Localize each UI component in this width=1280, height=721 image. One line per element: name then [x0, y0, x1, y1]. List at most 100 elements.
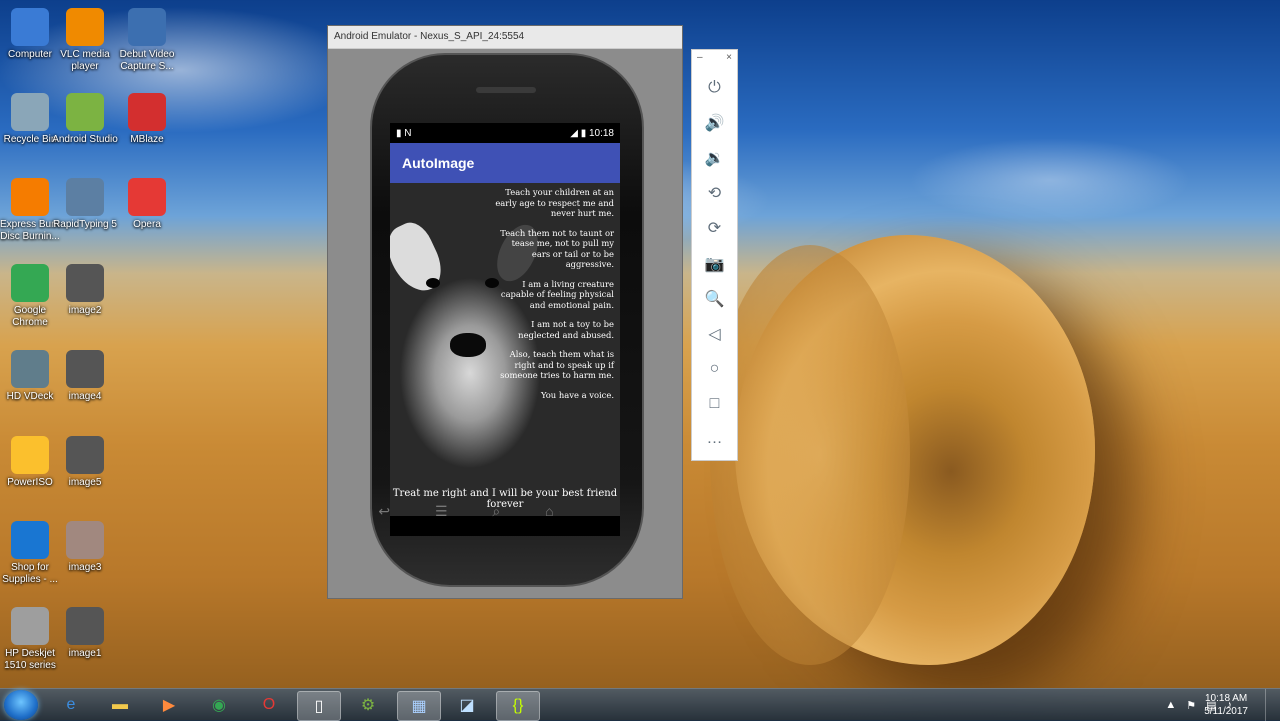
dog-image-view[interactable]: Teach your children at an early age to r…: [390, 183, 620, 516]
clock-time: 10:18 AM: [1204, 693, 1248, 704]
desktop-icon[interactable]: image5: [50, 436, 120, 489]
poem-stanza: You have a voice.: [540, 389, 614, 400]
phone-screen[interactable]: ▮ N ◢ ▮ 10:18 AutoImage Teach your child…: [390, 123, 620, 536]
close-button[interactable]: ×: [726, 52, 732, 68]
poweriso-icon: [11, 436, 49, 474]
phone-hardware-nav: ↩ ☰ ⌕ ⌂: [356, 496, 576, 526]
home-icon[interactable]: ○: [692, 352, 737, 387]
mblaze-icon: [128, 93, 166, 131]
desktop-icon-label: image1: [68, 648, 102, 659]
desktop-icon-label: Debut Video Capture S...: [119, 49, 175, 72]
start-button[interactable]: [4, 690, 38, 720]
image-thumbnail-icon: [66, 350, 104, 388]
image-thumbnail-icon: [66, 607, 104, 645]
desktop-icon[interactable]: MBlaze: [112, 93, 182, 146]
hw-menu-icon[interactable]: ☰: [435, 503, 448, 520]
chrome-icon: [11, 264, 49, 302]
camera-icon[interactable]: 📷: [692, 246, 737, 281]
desktop-icon-label: image4: [68, 391, 102, 402]
desktop-icon[interactable]: Opera: [112, 178, 182, 231]
tray-up-arrow-icon[interactable]: ▲: [1165, 699, 1176, 711]
android-studio-taskbar-icon[interactable]: ⚙: [347, 691, 389, 719]
printer-icon: [11, 607, 49, 645]
paint-taskbar-icon[interactable]: ◪: [446, 691, 488, 719]
poem-stanza: Also, teach them what is right and to sp…: [500, 349, 614, 380]
express-burn-icon: [11, 178, 49, 216]
hd-vdeck-icon: [11, 350, 49, 388]
recycle-bin-icon: [11, 93, 49, 131]
hw-home-icon[interactable]: ⌂: [545, 503, 553, 519]
desktop-icon-label: VLC media player: [60, 49, 110, 72]
image-thumbnail-icon: [66, 436, 104, 474]
zoom-icon[interactable]: 🔍: [692, 281, 737, 316]
rotate-left-icon[interactable]: ⟲: [692, 176, 737, 211]
app-bar-title: AutoImage: [390, 143, 620, 183]
image-thumbnail-icon: [66, 264, 104, 302]
opera-icon: [128, 178, 166, 216]
opera-taskbar-icon[interactable]: O: [248, 691, 290, 719]
desktop-icon[interactable]: image4: [50, 350, 120, 403]
poem-stanza: I am not a toy to be neglected and abuse…: [518, 319, 614, 340]
hw-search-icon[interactable]: ⌕: [492, 503, 500, 520]
desktop-icon[interactable]: RapidTyping 5: [50, 178, 120, 231]
taskbar: e ▬ ▶ ◉ O ▯ ⚙ ▦ ◪ {} ▲ ⚑ ▤ ♪ 10:18 AM 5/…: [0, 688, 1280, 721]
desktop-icon-label: image5: [68, 477, 102, 488]
poem-stanza: Teach your children at an early age to r…: [495, 187, 614, 218]
desktop-icon[interactable]: Android Studio: [50, 93, 120, 146]
power-icon[interactable]: ⏻: [692, 70, 737, 105]
shop-supplies-icon: [11, 521, 49, 559]
dog-ear-left: [390, 216, 450, 300]
desktop-icon[interactable]: VLC media player: [50, 8, 120, 73]
phone-speaker: [476, 87, 536, 93]
emulator-window[interactable]: Android Emulator - Nexus_S_API_24:5554 ▮…: [327, 25, 683, 599]
emulator-side-toolbar: – × ⏻ 🔊 🔉 ⟲ ⟳ 📷 🔍 ◁ ○ □…: [691, 49, 738, 461]
desktop-icon[interactable]: image3: [50, 521, 120, 574]
tool-taskbar-icon[interactable]: {}: [496, 691, 540, 721]
notification-icons: ▮ N: [396, 127, 412, 139]
poem-stanza: I am a living creature capable of feelin…: [500, 278, 614, 310]
image-thumbnail-icon: [66, 521, 104, 559]
rotate-right-icon[interactable]: ⟳: [692, 211, 737, 246]
desktop-icon[interactable]: image1: [50, 607, 120, 660]
toolbar-window-controls: – ×: [692, 50, 737, 70]
volume-up-icon[interactable]: 🔊: [692, 105, 737, 140]
status-time: 10:18: [588, 127, 614, 139]
overview-icon[interactable]: □: [692, 387, 737, 422]
computer-icon: [11, 8, 49, 46]
desktop-wallpaper-hay-bale: [710, 235, 1095, 665]
volume-down-icon[interactable]: 🔉: [692, 140, 737, 175]
minimize-button[interactable]: –: [697, 52, 703, 68]
poem-stanza: Teach them not to taunt or tease me, not…: [500, 227, 614, 270]
video-capture-icon: [128, 8, 166, 46]
show-desktop-button[interactable]: [1265, 689, 1280, 721]
more-icon[interactable]: …: [692, 422, 737, 457]
emulator-taskbar-icon[interactable]: ▯: [297, 691, 341, 721]
taskbar-clock[interactable]: 10:18 AM 5/11/2017: [1204, 692, 1248, 718]
android-status-bar: ▮ N ◢ ▮ 10:18: [390, 123, 620, 143]
dog-eye-left: [426, 278, 440, 288]
desktop-icon-label: image3: [68, 562, 102, 573]
desktop-icon[interactable]: Debut Video Capture S...: [112, 8, 182, 73]
desktop-icon-label: Opera: [133, 219, 161, 230]
desktop-icon-label: Android Studio: [52, 134, 118, 145]
poem-text: Teach your children at an early age to r…: [494, 187, 614, 409]
back-icon[interactable]: ◁: [692, 316, 737, 351]
emulator-title-bar[interactable]: Android Emulator - Nexus_S_API_24:5554: [328, 26, 682, 49]
debut-taskbar-icon[interactable]: ▦: [397, 691, 441, 721]
hw-back-icon[interactable]: ↩: [378, 503, 390, 520]
media-player-icon[interactable]: ▶: [148, 691, 190, 719]
file-explorer-icon[interactable]: ▬: [99, 691, 141, 719]
toolbar-buttons: ⏻ 🔊 🔉 ⟲ ⟳ 📷 🔍 ◁ ○ □…: [692, 70, 737, 457]
desktop-icon-label: RapidTyping 5: [53, 219, 117, 230]
internet-explorer-icon[interactable]: e: [50, 691, 92, 719]
android-studio-icon: [66, 93, 104, 131]
desktop-icon[interactable]: image2: [50, 264, 120, 317]
desktop-icon-label: image2: [68, 305, 102, 316]
dog-nose: [450, 333, 486, 357]
desktop-icon-label: MBlaze: [130, 134, 164, 145]
rapidtyping-icon: [66, 178, 104, 216]
tray-flag-icon[interactable]: ⚑: [1186, 699, 1196, 712]
vlc-icon: [66, 8, 104, 46]
status-right: ◢ ▮ 10:18: [570, 127, 614, 139]
chrome-taskbar-icon[interactable]: ◉: [198, 691, 240, 719]
